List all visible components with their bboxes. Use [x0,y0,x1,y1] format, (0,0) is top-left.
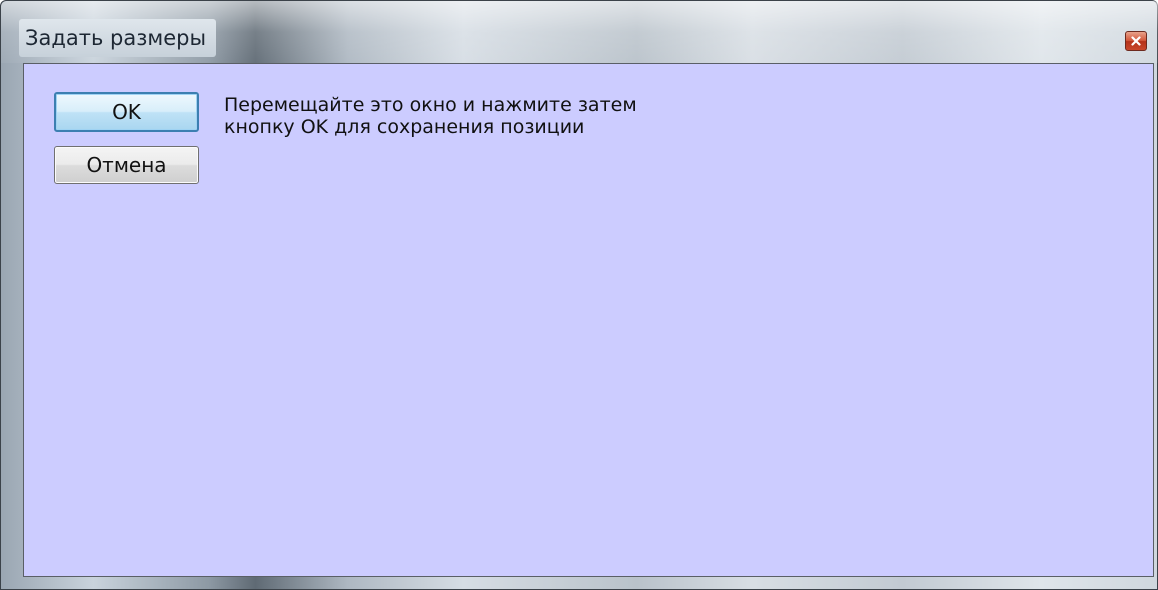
title-bar[interactable]: Задать размеры [1,1,1158,63]
ok-button[interactable]: OK [54,92,199,132]
instruction-text: Перемещайте это окно и нажмите затем кно… [224,94,824,138]
dialog-window: Задать размеры OK Отмена Перемещайте это… [0,0,1158,590]
instruction-line-1: Перемещайте это окно и нажмите затем [224,94,637,116]
instruction-line-2: кнопку OK для сохранения позиции [224,116,585,138]
close-button[interactable] [1125,31,1147,51]
window-title: Задать размеры [19,19,217,57]
close-icon [1131,36,1141,46]
dialog-client-area: OK Отмена Перемещайте это окно и нажмите… [23,63,1154,577]
cancel-button[interactable]: Отмена [54,146,199,184]
